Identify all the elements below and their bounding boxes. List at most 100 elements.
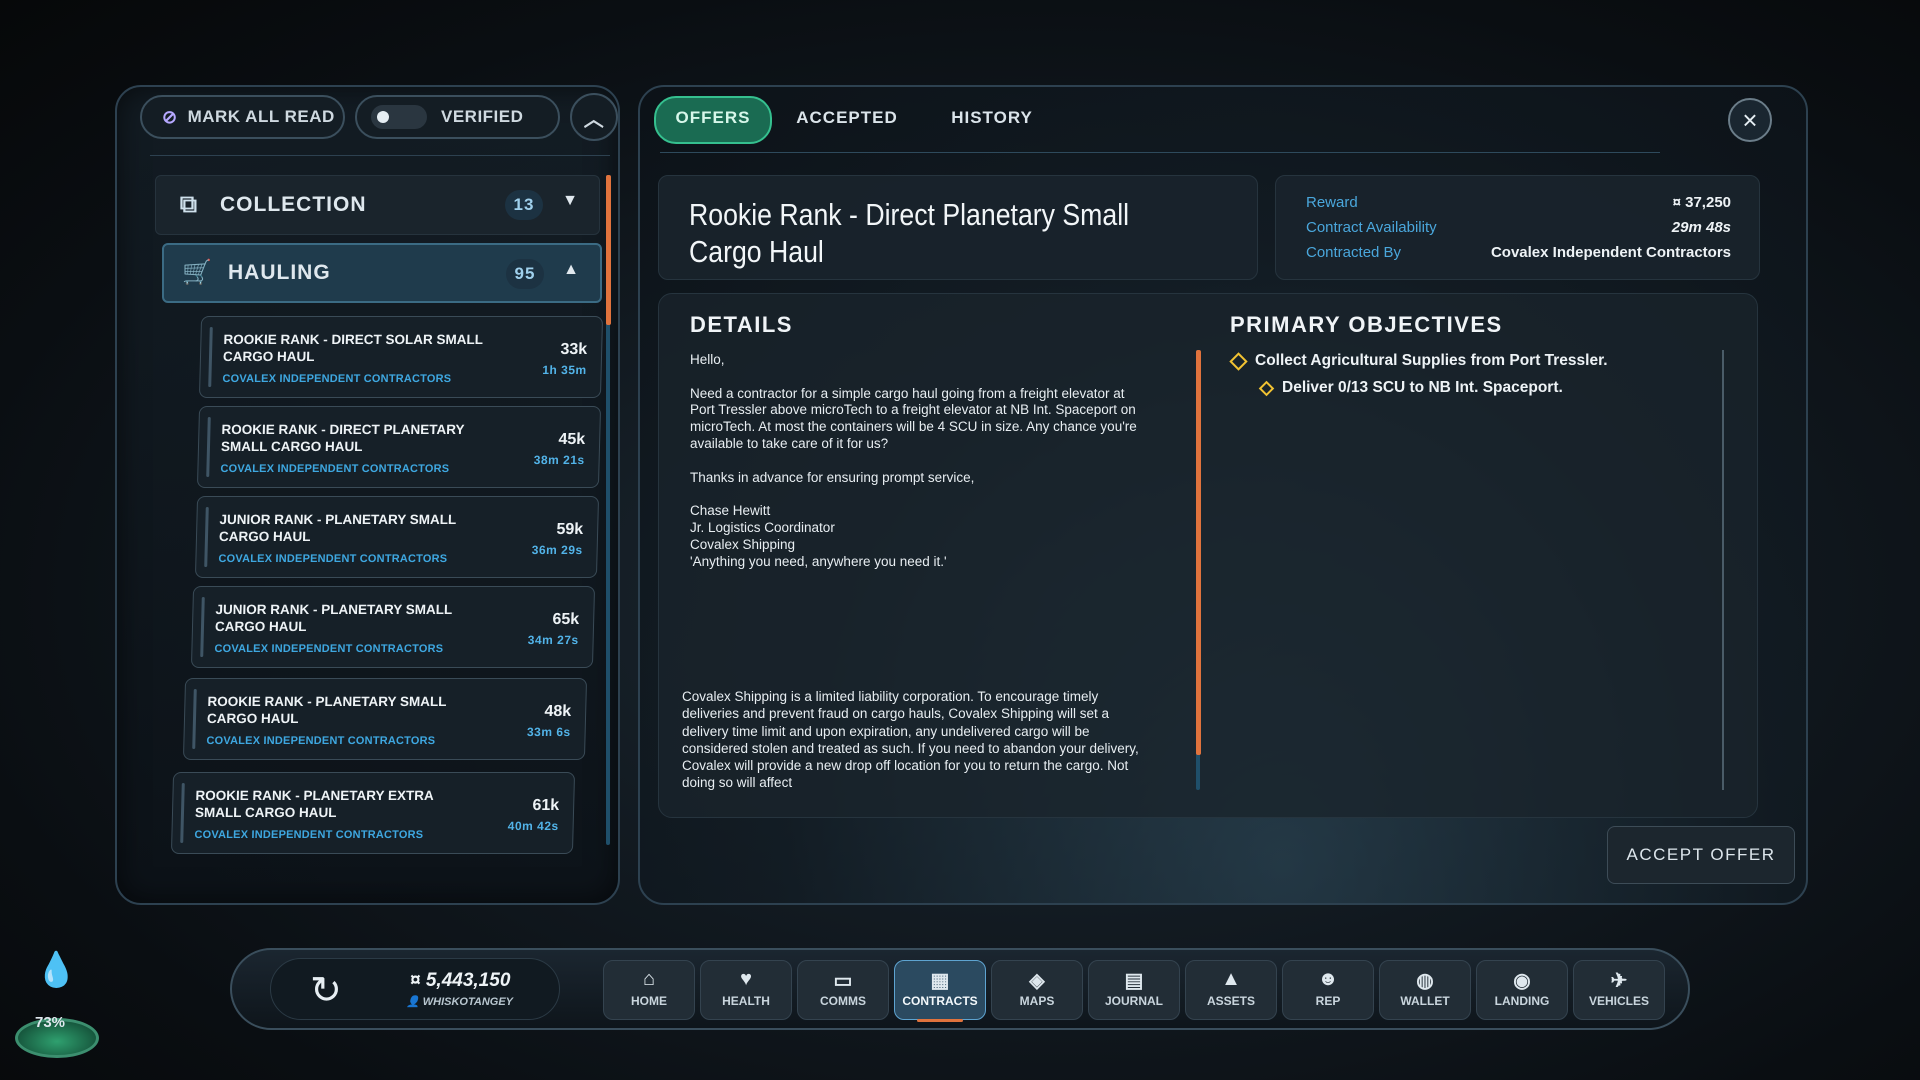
offer-contractor: COVALEX INDEPENDENT CONTRACTORS bbox=[206, 735, 436, 747]
tab-offers[interactable]: OFFERS bbox=[654, 96, 772, 144]
count-badge: 95 bbox=[506, 259, 544, 289]
offer-item[interactable]: JUNIOR RANK - PLANETARY SMALL CARGO HAUL… bbox=[190, 586, 596, 668]
offer-contractor: COVALEX INDEPENDENT CONTRACTORS bbox=[214, 643, 444, 655]
nav-label: JOURNAL bbox=[1104, 994, 1163, 1008]
offer-time: 38m 21s bbox=[533, 453, 585, 467]
offer-contractor: COVALEX INDEPENDENT CONTRACTORS bbox=[220, 463, 450, 475]
availability-label: Contract Availability bbox=[1306, 219, 1437, 236]
nav-label: VEHICLES bbox=[1588, 994, 1649, 1008]
chat-icon: ▭ bbox=[833, 970, 853, 992]
balance-value: 5,443,150 bbox=[425, 970, 511, 991]
home-icon: ⌂ bbox=[642, 968, 656, 990]
currency-icon: ¤ bbox=[410, 970, 426, 991]
nav-label: MAPS bbox=[1019, 994, 1055, 1008]
contracted-by-value: Covalex Independent Contractors bbox=[1490, 244, 1731, 261]
assets-icon: ▲ bbox=[1221, 968, 1241, 990]
category-hauling[interactable]: 🛒 HAULING 95 ▲ bbox=[162, 243, 602, 303]
verified-toggle[interactable]: VERIFIED bbox=[355, 95, 560, 139]
offer-title: JUNIOR RANK - PLANETARY SMALL CARGO HAUL bbox=[218, 512, 457, 544]
list-scrollbar-thumb[interactable] bbox=[606, 175, 611, 325]
journal-icon: ▤ bbox=[1124, 970, 1144, 992]
offer-item[interactable]: ROOKIE RANK - DIRECT SOLAR SMALL CARGO H… bbox=[198, 316, 604, 398]
category-label: COLLECTION bbox=[220, 193, 367, 216]
offer-title: JUNIOR RANK - PLANETARY SMALL CARGO HAUL bbox=[214, 602, 453, 634]
offer-time: 1h 35m bbox=[542, 363, 587, 377]
objectives-heading: PRIMARY OBJECTIVES bbox=[1230, 312, 1503, 337]
offer-title: ROOKIE RANK - PLANETARY EXTRA SMALL CARG… bbox=[194, 788, 434, 820]
nav-wallet[interactable]: ◍ WALLET bbox=[1379, 960, 1471, 1020]
count-badge: 13 bbox=[505, 190, 543, 220]
details-greeting: Hello, bbox=[690, 352, 725, 367]
nav-vehicles[interactable]: ✈ VEHICLES bbox=[1573, 960, 1665, 1020]
offer-time: 34m 27s bbox=[527, 633, 579, 647]
offer-item[interactable]: JUNIOR RANK - PLANETARY SMALL CARGO HAUL… bbox=[194, 496, 600, 578]
objective-item: Collect Agricultural Supplies from Port … bbox=[1229, 351, 1608, 371]
details-thanks: Thanks in advance for ensuring prompt se… bbox=[690, 469, 975, 485]
collection-icon: ⧉ bbox=[179, 191, 199, 218]
offer-item[interactable]: ROOKIE RANK - DIRECT PLANETARY SMALL CAR… bbox=[196, 406, 602, 488]
nav-landing[interactable]: ◉ LANDING bbox=[1476, 960, 1568, 1020]
toolbar-divider bbox=[150, 155, 610, 156]
reward-value: ¤ 37,250 bbox=[1672, 194, 1731, 211]
details-scrollbar-thumb[interactable] bbox=[1196, 350, 1201, 755]
nav-label: WALLET bbox=[1400, 994, 1450, 1008]
signature-name: Chase Hewitt bbox=[690, 503, 771, 519]
user-icon: 👤 bbox=[406, 996, 423, 1008]
nav-label: LANDING bbox=[1494, 994, 1550, 1008]
chevron-down-icon: ▼ bbox=[562, 192, 579, 209]
nav-home[interactable]: ⌂ HOME bbox=[603, 960, 695, 1020]
offer-item[interactable]: ROOKIE RANK - PLANETARY SMALL CARGO HAUL… bbox=[182, 678, 588, 760]
status-hud: 💧 73% bbox=[15, 950, 105, 1065]
landing-icon: ◉ bbox=[1513, 970, 1531, 992]
tab-accepted[interactable]: ACCEPTED bbox=[792, 96, 902, 140]
close-icon: × bbox=[1742, 105, 1758, 135]
wallet-icon: ◍ bbox=[1416, 970, 1434, 992]
collapse-button[interactable]: ︿ bbox=[570, 93, 618, 141]
tab-bar: OFFERS ACCEPTED HISTORY bbox=[652, 96, 1792, 144]
category-collection[interactable]: ⧉ COLLECTION 13 ▼ bbox=[155, 175, 600, 235]
nav-assets[interactable]: ▲ ASSETS bbox=[1185, 960, 1277, 1020]
verified-label: VERIFIED bbox=[441, 107, 524, 126]
hydration-icon: 💧 bbox=[35, 951, 78, 989]
nav-health[interactable]: ♥ HEALTH bbox=[700, 960, 792, 1020]
signature-title: Jr. Logistics Coordinator bbox=[690, 519, 835, 535]
details-heading: DETAILS bbox=[690, 312, 793, 337]
nav-maps[interactable]: ◈ MAPS bbox=[991, 960, 1083, 1020]
nav-comms[interactable]: ▭ COMMS bbox=[797, 960, 889, 1020]
offer-title: ROOKIE RANK - PLANETARY SMALL CARGO HAUL bbox=[206, 694, 447, 726]
map-icon: ◈ bbox=[1029, 970, 1045, 992]
mark-all-read-label: MARK ALL READ bbox=[187, 107, 335, 126]
nav-label: HEALTH bbox=[722, 994, 770, 1008]
vehicles-icon: ✈ bbox=[1610, 970, 1628, 992]
nav-label: COMMS bbox=[820, 994, 866, 1008]
user-balance: ¤ 5,443,150 bbox=[410, 970, 510, 992]
details-body: Hello, Need a contractor for a simple ca… bbox=[690, 352, 1140, 570]
offer-reward: 61k bbox=[532, 797, 560, 814]
objective-text: Deliver 0/13 SCU to NB Int. Spaceport. bbox=[1282, 379, 1563, 396]
mark-all-read-button[interactable]: ⊘ MARK ALL READ bbox=[140, 95, 345, 139]
close-button[interactable]: × bbox=[1728, 98, 1772, 142]
refresh-icon: ↻ bbox=[310, 970, 342, 1012]
offer-reward: 48k bbox=[544, 703, 572, 720]
signature-tagline: 'Anything you need, anywhere you need it… bbox=[690, 553, 947, 569]
nav-journal[interactable]: ▤ JOURNAL bbox=[1088, 960, 1180, 1020]
nav-label: ASSETS bbox=[1206, 994, 1255, 1008]
offer-item[interactable]: ROOKIE RANK - PLANETARY EXTRA SMALL CARG… bbox=[170, 772, 576, 854]
offer-time: 40m 42s bbox=[507, 819, 559, 833]
accept-offer-button[interactable]: ACCEPT OFFER bbox=[1607, 826, 1795, 884]
objective-marker-icon bbox=[1229, 351, 1248, 371]
verified-switch[interactable] bbox=[371, 105, 427, 129]
nav-contracts[interactable]: ▦ CONTRACTS bbox=[894, 960, 986, 1022]
chevron-up-icon: ▲ bbox=[563, 261, 580, 278]
handle-value: WHISKOTANGEY bbox=[422, 996, 514, 1008]
hud-percent: 73% bbox=[35, 1014, 66, 1031]
tab-history[interactable]: HISTORY bbox=[942, 96, 1042, 140]
nav-label: CONTRACTS bbox=[902, 994, 978, 1008]
objective-text: Collect Agricultural Supplies from Port … bbox=[1255, 352, 1608, 369]
objectives-scrollbar[interactable] bbox=[1722, 350, 1724, 790]
offer-reward: 45k bbox=[558, 431, 586, 448]
nav-rep[interactable]: ☻ REP bbox=[1282, 960, 1374, 1020]
offer-title: ROOKIE RANK - DIRECT SOLAR SMALL CARGO H… bbox=[222, 332, 483, 364]
availability-value: 29m 48s bbox=[1671, 219, 1731, 236]
reward-label: Reward bbox=[1306, 194, 1358, 211]
